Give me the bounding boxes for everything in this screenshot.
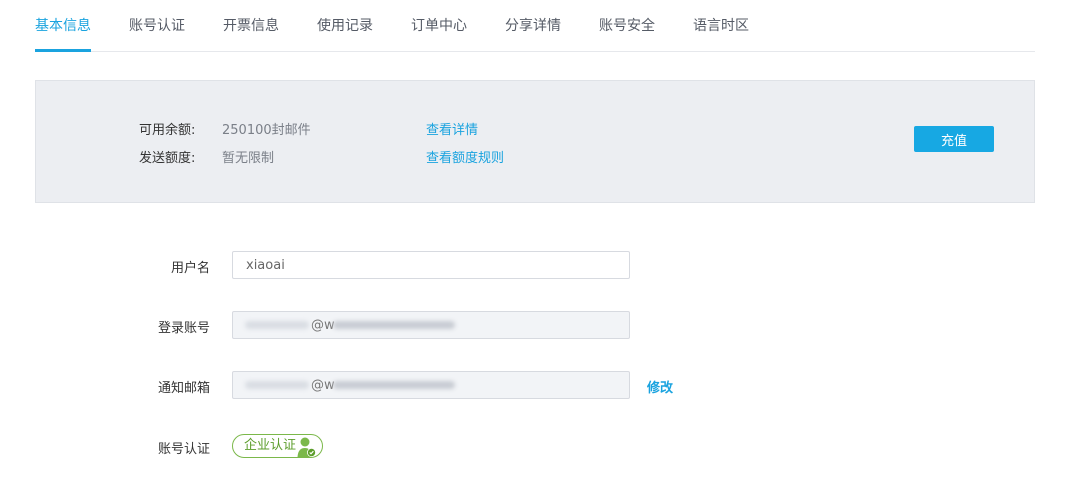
balance-panel: 可用余额: 250100封邮件 查看详情 发送额度: 暂无限制 查看额度规则 充… <box>35 80 1035 203</box>
tab-order-center[interactable]: 订单中心 <box>411 0 467 51</box>
redacted-text <box>333 321 455 329</box>
send-quota-value: 暂无限制 <box>222 151 275 166</box>
modify-email-link[interactable]: 修改 <box>647 377 673 396</box>
redacted-text <box>245 321 309 329</box>
available-balance-value: 250100封邮件 <box>222 123 311 138</box>
username-input[interactable]: xiaoai <box>232 251 630 279</box>
available-balance-label: 可用余额: <box>139 123 196 138</box>
notify-email-label: 通知邮箱 <box>157 381 210 396</box>
notify-email-value: @w <box>311 378 335 393</box>
send-quota-label: 发送额度: <box>139 151 196 166</box>
username-label: 用户名 <box>170 261 210 276</box>
login-account-label: 登录账号 <box>157 321 210 336</box>
tab-account-verification[interactable]: 账号认证 <box>129 0 185 51</box>
verified-user-icon <box>297 437 316 457</box>
tab-account-security[interactable]: 账号安全 <box>599 0 655 51</box>
tab-usage-records[interactable]: 使用记录 <box>317 0 373 51</box>
redacted-text <box>333 381 455 389</box>
enterprise-cert-badge: 企业认证 <box>232 434 323 458</box>
recharge-button[interactable]: 充值 <box>914 126 994 152</box>
tab-language-timezone[interactable]: 语言时区 <box>693 0 749 51</box>
login-account-field: @w <box>232 311 630 339</box>
redacted-text <box>245 381 309 389</box>
username-value: xiaoai <box>246 258 285 273</box>
notify-email-field: @w <box>232 371 630 399</box>
enterprise-cert-text: 企业认证 <box>244 438 297 453</box>
tab-bar: 基本信息 账号认证 开票信息 使用记录 订单中心 分享详情 账号安全 语言时区 <box>35 0 1035 52</box>
account-cert-label: 账号认证 <box>157 442 210 457</box>
view-quota-rules-link[interactable]: 查看额度规则 <box>426 147 504 166</box>
tab-share-details[interactable]: 分享详情 <box>505 0 561 51</box>
tab-invoice-info[interactable]: 开票信息 <box>223 0 279 51</box>
login-account-value: @w <box>311 318 335 333</box>
view-details-link[interactable]: 查看详情 <box>426 119 478 138</box>
tab-basic-info[interactable]: 基本信息 <box>35 0 91 52</box>
